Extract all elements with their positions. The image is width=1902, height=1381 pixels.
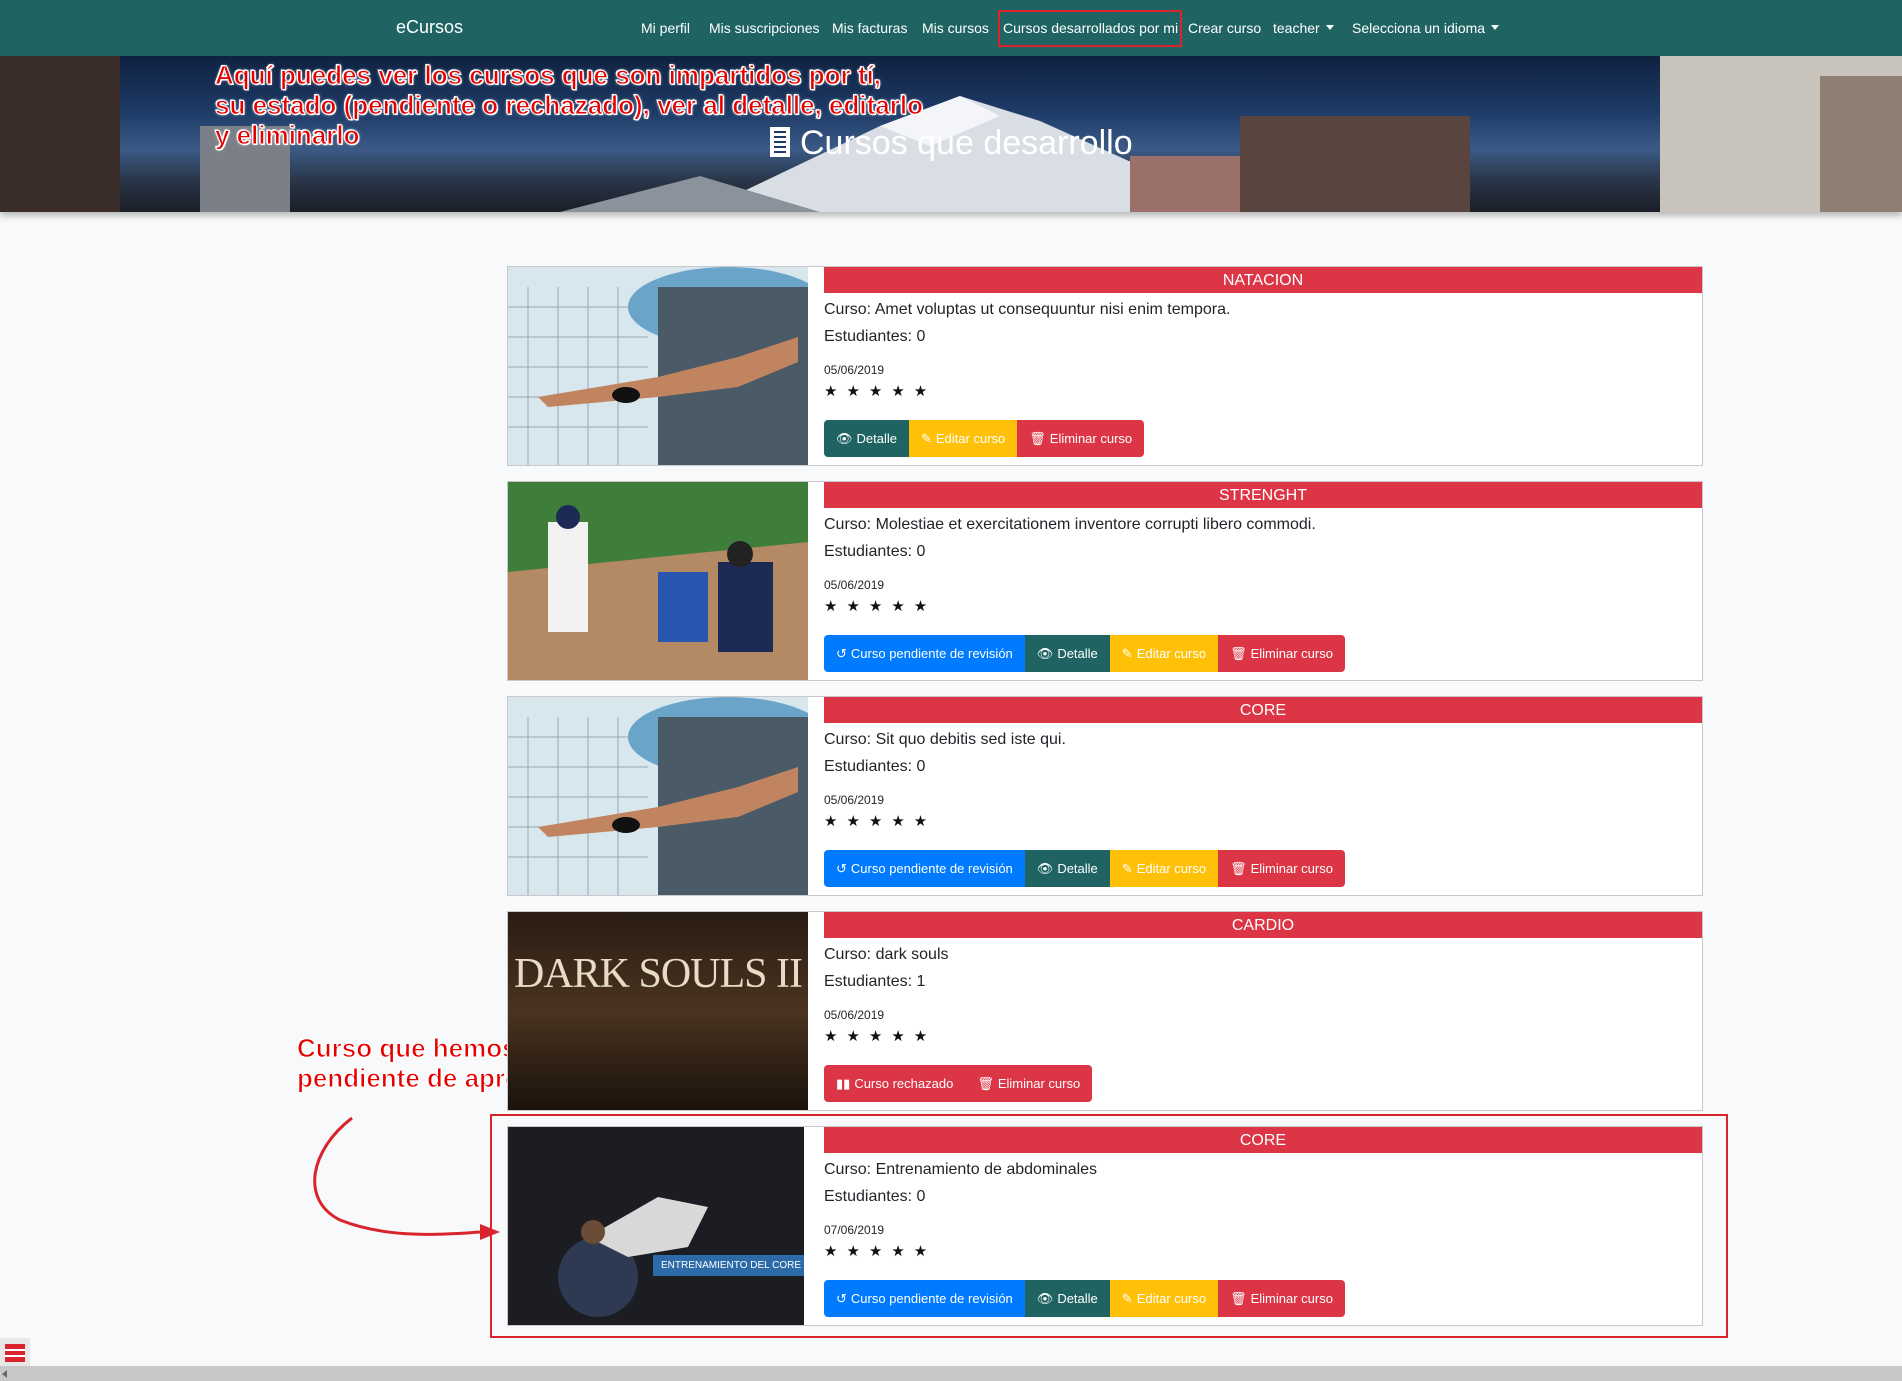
course-title: CORE xyxy=(824,697,1702,723)
delete-button[interactable]: 🗑 Eliminar curso xyxy=(1218,635,1345,672)
nav-language-dropdown[interactable]: Selecciona un idioma xyxy=(1352,20,1499,36)
course-thumbnail: DARK SOULS II xyxy=(508,912,808,1110)
brand-logo[interactable]: eCursos xyxy=(396,17,463,38)
course-date: 05/06/2019 xyxy=(824,578,885,592)
course-actions: 👁 Detalle ✎ Editar curso 🗑 Eliminar curso xyxy=(824,420,1145,457)
pencil-icon: ✎ xyxy=(920,431,932,446)
highlight-box-new-course xyxy=(490,1114,1728,1338)
detail-button[interactable]: 👁 Detalle xyxy=(824,420,909,457)
building-icon xyxy=(770,127,790,157)
edit-button[interactable]: ✎ Editar curso xyxy=(1109,850,1219,887)
baseball-image xyxy=(508,482,808,680)
nav-mis-cursos[interactable]: Mis cursos xyxy=(922,20,989,36)
course-actions: ▮▮ Curso rechazado 🗑 Eliminar curso xyxy=(824,1065,1093,1102)
star-rating[interactable]: ★★★★★ xyxy=(824,812,936,830)
course-title: CARDIO xyxy=(824,912,1702,938)
eye-icon: 👁 xyxy=(1036,861,1054,876)
course-title: STRENGHT xyxy=(824,482,1702,508)
course-card-strenght: STRENGHT Curso: Molestiae et exercitatio… xyxy=(507,481,1703,681)
eye-icon: 👁 xyxy=(836,431,853,446)
edit-button[interactable]: ✎ Editar curso xyxy=(908,420,1018,457)
thumbnail-title: DARK SOULS II xyxy=(513,951,803,997)
trash-icon: 🗑 xyxy=(977,1076,994,1091)
annotation-top-line-3: y eliminarlo xyxy=(215,120,360,151)
nav-mis-facturas[interactable]: Mis facturas xyxy=(832,20,907,36)
app-corner-icon[interactable] xyxy=(0,1338,30,1368)
page-title: Cursos que desarrollo xyxy=(770,124,1133,163)
scroll-left-arrow-icon[interactable] xyxy=(2,1370,7,1378)
course-thumbnail xyxy=(508,697,808,895)
history-icon: ↺ xyxy=(836,646,847,661)
course-description: Curso: Sit quo debitis sed iste qui. xyxy=(824,731,1066,748)
course-card-natacion: NATACION Curso: Amet voluptas ut consequ… xyxy=(507,266,1703,466)
annotation-arrow xyxy=(313,1116,500,1240)
bug-report-icon xyxy=(5,1344,25,1362)
pause-icon: ▮▮ xyxy=(836,1076,851,1091)
nav-crear-curso[interactable]: Crear curso xyxy=(1188,20,1261,36)
course-date: 05/06/2019 xyxy=(824,1008,885,1022)
nav-mis-suscripciones[interactable]: Mis suscripciones xyxy=(709,20,819,36)
course-thumbnail xyxy=(508,267,808,465)
nav-teacher-dropdown[interactable]: teacher xyxy=(1273,20,1334,36)
trash-icon: 🗑 xyxy=(1230,646,1247,661)
star-rating[interactable]: ★★★★★ xyxy=(824,1027,936,1045)
history-icon: ↺ xyxy=(836,861,847,876)
navbar: eCursos Mi perfil Mis suscripciones Mis … xyxy=(0,0,1902,56)
pencil-icon: ✎ xyxy=(1121,646,1133,661)
delete-button[interactable]: 🗑 Eliminar curso xyxy=(965,1065,1093,1102)
course-title: NATACION xyxy=(824,267,1702,293)
status-pending-button[interactable]: ↺ Curso pendiente de revisión xyxy=(824,635,1025,672)
annotation-top-line-2: su estado (pendiente o rechazado), ver a… xyxy=(215,90,924,121)
delete-button[interactable]: 🗑 Eliminar curso xyxy=(1017,420,1145,457)
course-card-core: CORE Curso: Sit quo debitis sed iste qui… xyxy=(507,696,1703,896)
annotation-top-line-1: Aquí puedes ver los cursos que son impar… xyxy=(214,60,882,91)
status-pending-button[interactable]: ↺ Curso pendiente de revisión xyxy=(824,850,1025,887)
detail-button[interactable]: 👁 Detalle xyxy=(1024,635,1110,672)
trash-icon: 🗑 xyxy=(1230,861,1247,876)
eye-icon: 👁 xyxy=(1036,646,1054,661)
delete-button[interactable]: 🗑 Eliminar curso xyxy=(1218,850,1345,887)
pencil-icon: ✎ xyxy=(1121,861,1133,876)
horizontal-scrollbar[interactable] xyxy=(0,1366,1902,1381)
star-rating[interactable]: ★★★★★ xyxy=(824,597,936,615)
detail-button[interactable]: 👁 Detalle xyxy=(1024,850,1110,887)
course-date: 05/06/2019 xyxy=(824,363,885,377)
highlight-box-nav xyxy=(998,10,1182,47)
course-actions: ↺ Curso pendiente de revisión 👁 Detalle ✎ E… xyxy=(824,635,1345,672)
course-card-cardio: DARK SOULS II CARDIO Curso: dark souls E… xyxy=(507,911,1703,1111)
course-students: Estudiantes: 0 xyxy=(824,758,926,775)
swimmer-image xyxy=(508,267,808,465)
course-actions: ↺ Curso pendiente de revisión 👁 Detalle ✎ E… xyxy=(824,850,1345,887)
course-date: 05/06/2019 xyxy=(824,793,885,807)
course-description: Curso: Molestiae et exercitationem inven… xyxy=(824,516,1316,533)
course-description: Curso: dark souls xyxy=(824,946,949,963)
course-students: Estudiantes: 1 xyxy=(824,973,926,990)
course-students: Estudiantes: 0 xyxy=(824,543,926,560)
status-rejected-button[interactable]: ▮▮ Curso rechazado xyxy=(824,1065,966,1102)
course-thumbnail xyxy=(508,482,808,680)
star-rating[interactable]: ★★★★★ xyxy=(824,382,936,400)
course-students: Estudiantes: 0 xyxy=(824,328,926,345)
course-description: Curso: Amet voluptas ut consequuntur nis… xyxy=(824,301,1231,318)
edit-button[interactable]: ✎ Editar curso xyxy=(1109,635,1219,672)
trash-icon: 🗑 xyxy=(1029,431,1046,446)
nav-mi-perfil[interactable]: Mi perfil xyxy=(641,20,690,36)
swimmer-image xyxy=(508,697,808,895)
